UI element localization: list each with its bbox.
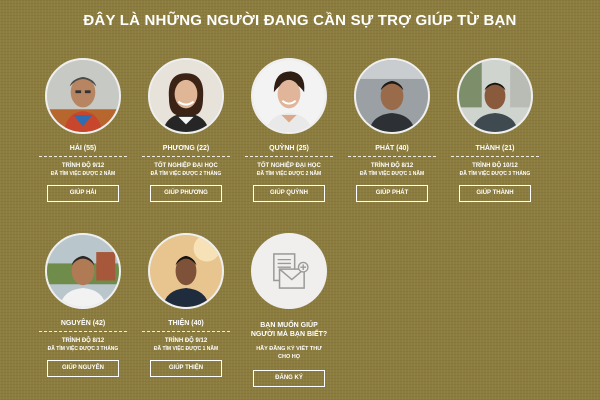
person-name: HẢI (55) — [39, 145, 127, 157]
person-name: THÀNH (21) — [451, 145, 539, 157]
person-search-duration: ĐÃ TÌM VIỆC ĐƯỢC 1 NĂM — [153, 346, 219, 352]
person-education: TRÌNH ĐỘ 10/12 — [472, 163, 518, 169]
person-education: TRÌNH ĐỘ 9/12 — [61, 163, 105, 169]
help-thanh-button[interactable]: GIÚP THÀNH — [459, 185, 531, 202]
invite-circle — [251, 233, 327, 309]
register-button[interactable]: ĐĂNG KÝ — [253, 370, 325, 387]
person-search-duration: ĐÃ TÌM VIỆC ĐƯỢC 2 THÁNG — [150, 171, 222, 177]
invite-subtext: HÃY ĐĂNG KÝ VIẾT THƯ CHO HỌ — [256, 345, 322, 361]
person-search-duration: ĐÃ TÌM VIỆC ĐƯỢC 2 NĂM — [256, 171, 322, 177]
person-education: TỐT NGHIỆP ĐẠI HỌC — [154, 163, 218, 169]
help-phuong-button[interactable]: GIÚP PHƯƠNG — [150, 185, 222, 202]
avatar — [354, 58, 430, 134]
person-card-hai: HẢI (55) TRÌNH ĐỘ 9/12 ĐÃ TÌM VIỆC ĐƯỢC … — [37, 58, 129, 202]
person-card-quynh: QUỲNH (25) TỐT NGHIỆP ĐẠI HỌC ĐÃ TÌM VIỆ… — [243, 58, 335, 202]
person-education: TRÌNH ĐỘ 8/12 — [370, 163, 414, 169]
person-education: TRÌNH ĐỘ 9/12 — [164, 338, 208, 344]
person-card-phat: PHÁT (40) TRÌNH ĐỘ 8/12 ĐÃ TÌM VIỆC ĐƯỢC… — [346, 58, 438, 202]
person-name: THIỆN (40) — [142, 320, 230, 332]
invite-subtext-line1: HÃY ĐĂNG KÝ VIẾT THƯ — [256, 346, 322, 352]
help-nguyen-button[interactable]: GIÚP NGUYÊN — [47, 360, 119, 377]
person-card-nguyen: NGUYÊN (42) TRÌNH ĐỘ 8/12 ĐÃ TÌM VIỆC ĐƯ… — [37, 233, 129, 377]
invite-card: BẠN MUỐN GIÚP NGƯỜI MÀ BẠN BIẾT? HÃY ĐĂN… — [243, 233, 335, 387]
page-title: ĐÂY LÀ NHỮNG NGƯỜI ĐANG CẦN SỰ TRỢ GIÚP … — [83, 12, 517, 29]
person-name: PHÁT (40) — [348, 145, 436, 157]
invite-subtext-line2: CHO HỌ — [278, 354, 300, 360]
avatar — [251, 58, 327, 134]
help-hai-button[interactable]: GIÚP HẢI — [47, 185, 119, 202]
avatar — [457, 58, 533, 134]
help-thien-button[interactable]: GIÚP THIỆN — [150, 360, 222, 377]
person-name: QUỲNH (25) — [245, 145, 333, 157]
person-search-duration: ĐÃ TÌM VIỆC ĐƯỢC 2 NĂM — [50, 171, 116, 177]
help-quynh-button[interactable]: GIÚP QUỲNH — [253, 185, 325, 202]
person-name: NGUYÊN (42) — [39, 320, 127, 332]
person-card-thien: THIỆN (40) TRÌNH ĐỘ 9/12 ĐÃ TÌM VIỆC ĐƯỢ… — [140, 233, 232, 377]
person-card-phuong: PHƯƠNG (22) TỐT NGHIỆP ĐẠI HỌC ĐÃ TÌM VI… — [140, 58, 232, 202]
invite-question-line1: BẠN MUỐN GIÚP — [260, 322, 318, 329]
person-card-thanh: THÀNH (21) TRÌNH ĐỘ 10/12 ĐÃ TÌM VIỆC ĐƯ… — [449, 58, 541, 202]
person-education: TRÌNH ĐỘ 8/12 — [61, 338, 105, 344]
person-search-duration: ĐÃ TÌM VIỆC ĐƯỢC 3 THÁNG — [459, 171, 531, 177]
person-search-duration: ĐÃ TÌM VIỆC ĐƯỢC 3 THÁNG — [47, 346, 119, 352]
avatar — [45, 58, 121, 134]
avatar — [148, 58, 224, 134]
invite-question: BẠN MUỐN GIÚP NGƯỜI MÀ BẠN BIẾT? — [251, 321, 327, 339]
person-name: PHƯƠNG (22) — [142, 145, 230, 157]
invite-question-line2: NGƯỜI MÀ BẠN BIẾT? — [250, 331, 328, 338]
person-education: TỐT NGHIỆP ĐẠI HỌC — [257, 163, 321, 169]
person-search-duration: ĐÃ TÌM VIỆC ĐƯỢC 1 NĂM — [359, 171, 425, 177]
avatar — [148, 233, 224, 309]
letter-icon — [253, 235, 325, 307]
help-phat-button[interactable]: GIÚP PHÁT — [356, 185, 428, 202]
avatar — [45, 233, 121, 309]
